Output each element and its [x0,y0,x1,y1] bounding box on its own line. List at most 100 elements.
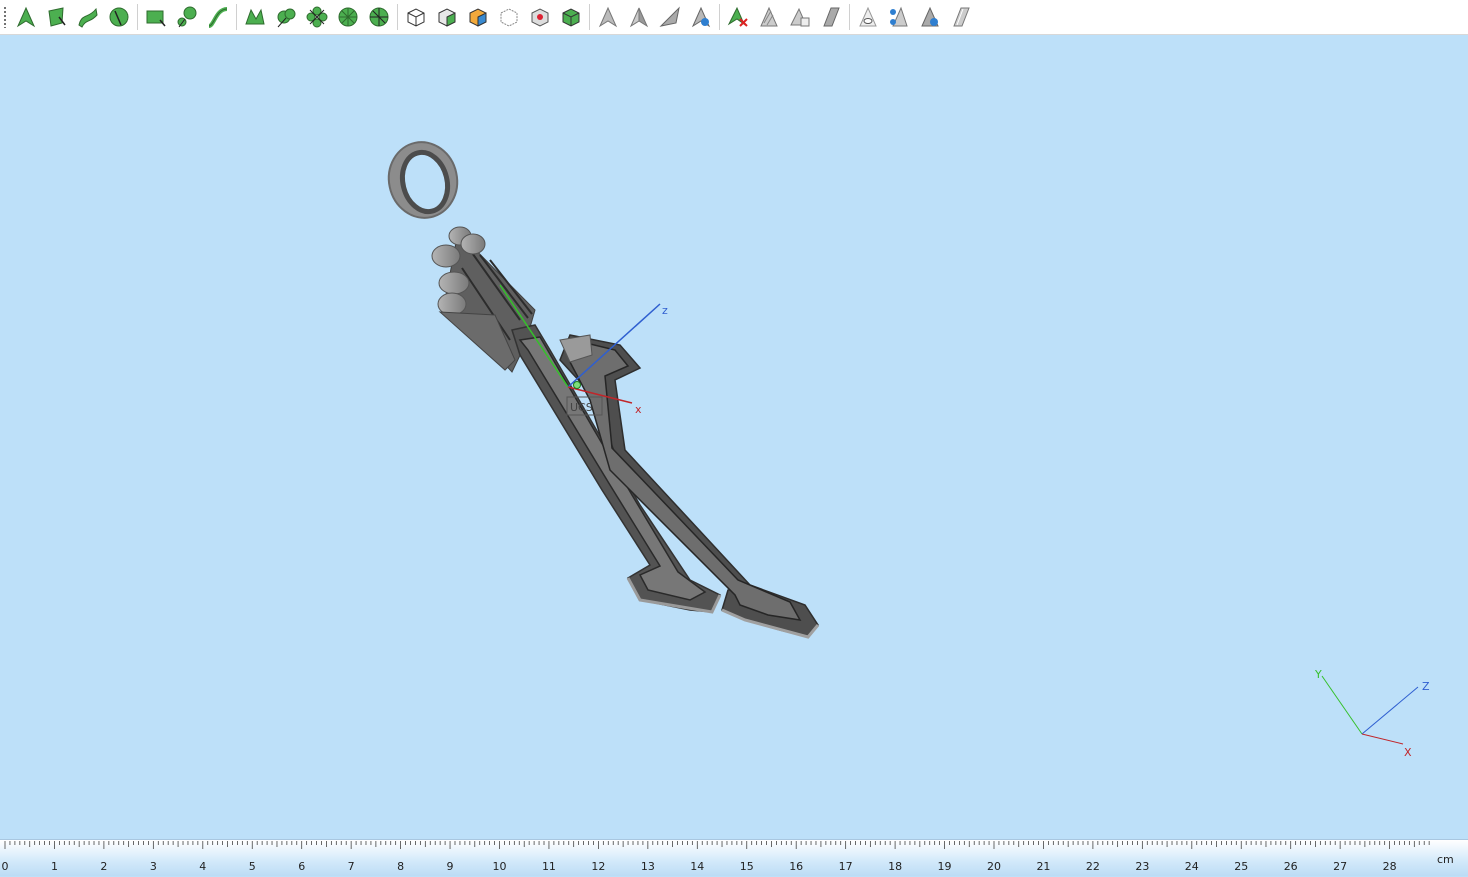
pointer-blue-icon [691,6,711,28]
box-icon [407,8,425,27]
select-surface-tool[interactable] [43,3,71,31]
rectangle-patch-icon [146,10,166,27]
pointer-split-icon [629,7,649,28]
blue-eye-icon [921,6,939,27]
slanted-plane-tool[interactable] [817,3,845,31]
box-red-point-tool[interactable] [526,3,554,31]
bail-loop [387,141,459,219]
pendant-model[interactable] [382,136,820,639]
toolbar-separator [719,4,720,30]
toolbar-separator [137,4,138,30]
ruler-tick-label: 24 [1185,860,1199,873]
ruler-tick-label: 11 [542,860,556,873]
box-colored-icon [469,8,487,27]
ruler-unit-label: cm [1437,853,1454,866]
hatch-pointer-icon [760,6,778,27]
radial-pattern-icon [338,7,358,27]
box-view-tool[interactable] [402,3,430,31]
box-green-tool[interactable] [557,3,585,31]
toolbar-separator [849,4,850,30]
pointer-blue-tool[interactable] [687,3,715,31]
ruler-tick-label: 7 [348,860,355,873]
multi-eye-tool[interactable] [885,3,913,31]
curve-sweep-icon [208,7,228,28]
box-green-icon [562,8,580,27]
corner-axis-triad: Y Z X [1314,668,1430,759]
select-freeform-tool[interactable] [74,3,102,31]
pointer-gray-tool[interactable] [594,3,622,31]
ruler-tick-label: 1 [51,860,58,873]
box-red-point-icon [531,8,549,27]
box-shaded-icon [438,8,456,27]
node-link-tool[interactable] [173,3,201,31]
trim-icon [245,8,265,25]
triad-x-label: X [1404,746,1412,759]
ruler-tick-label: 14 [690,860,704,873]
ucs-x-label: x [635,403,642,416]
blue-eye-tool[interactable] [916,3,944,31]
flower-pattern-tool[interactable] [303,3,331,31]
ucs-origin-marker [573,381,581,389]
plane-outline-tool[interactable] [947,3,975,31]
ruler-tick-label: 25 [1234,860,1248,873]
blend-tool[interactable] [272,3,300,31]
ruler-tick-label: 2 [100,860,107,873]
multi-eye-icon [890,6,908,27]
ruler-tick-label: 0 [2,860,9,873]
triad-y-label: Y [1314,668,1322,681]
round-select-icon [109,7,129,27]
trim-tool[interactable] [241,3,269,31]
ruler-tick-label: 17 [839,860,853,873]
ruler-tick-label: 15 [740,860,754,873]
ruler-tick-label: 6 [298,860,305,873]
pointer-plane-tool[interactable] [656,3,684,31]
ruler-tick-label: 5 [249,860,256,873]
ruler-tick-label: 16 [789,860,803,873]
plane-outline-icon [953,7,970,27]
pointer-split-tool[interactable] [625,3,653,31]
ruler-tick-label: 20 [987,860,1001,873]
eye-pointer-tool[interactable] [854,3,882,31]
box-colored-tool[interactable] [464,3,492,31]
toolbar-separator [397,4,398,30]
ruler-tick-label: 28 [1383,860,1397,873]
arrow-select-icon [16,6,36,28]
copy-pointer-tool[interactable] [786,3,814,31]
radial-cut-tool[interactable] [365,3,393,31]
main-toolbar [0,0,1468,35]
box-shaded-tool[interactable] [433,3,461,31]
radial-pattern-tool[interactable] [334,3,362,31]
pointer-plane-icon [659,6,680,27]
select-round-tool[interactable] [105,3,133,31]
3d-viewport[interactable]: UCS x z Y Z X [0,35,1468,839]
ruler-tick-label: 8 [397,860,404,873]
scene-canvas: UCS x z Y Z X [382,136,1430,759]
hatch-pointer-tool[interactable] [755,3,783,31]
toolbar-grip[interactable] [3,6,7,28]
copy-pointer-icon [790,7,810,27]
ruler-tick-label: 23 [1135,860,1149,873]
slanted-plane-icon [823,7,840,27]
toolbar-separator [236,4,237,30]
ruler-tick-label: 9 [447,860,454,873]
delete-pointer-tool[interactable] [724,3,752,31]
ruler-tick-label: 18 [888,860,902,873]
ruler-tick-label: 13 [641,860,655,873]
ruler-tick-label: 22 [1086,860,1100,873]
ruler-scale: 0 1 2 3 4 5 6 7 8 9 10 11 12 13 14 15 16 17 18 19 20 21 22 23 24… [2,841,1454,873]
ruler-tick-label: 27 [1333,860,1347,873]
flower-pattern-icon [306,6,328,28]
box-wire-icon [500,8,518,27]
triad-x-axis [1361,733,1404,745]
box-wire-tool[interactable] [495,3,523,31]
blend-icon [277,8,296,28]
triad-y-axis [1321,675,1363,735]
curve-sweep-tool[interactable] [204,3,232,31]
triad-z-label: Z [1422,680,1430,693]
triad-z-axis [1361,686,1419,735]
radial-cut-icon [369,7,389,27]
freeform-select-icon [78,7,98,28]
select-curve-tool[interactable] [12,3,40,31]
delete-pointer-icon [727,6,748,27]
rectangle-patch-tool[interactable] [142,3,170,31]
